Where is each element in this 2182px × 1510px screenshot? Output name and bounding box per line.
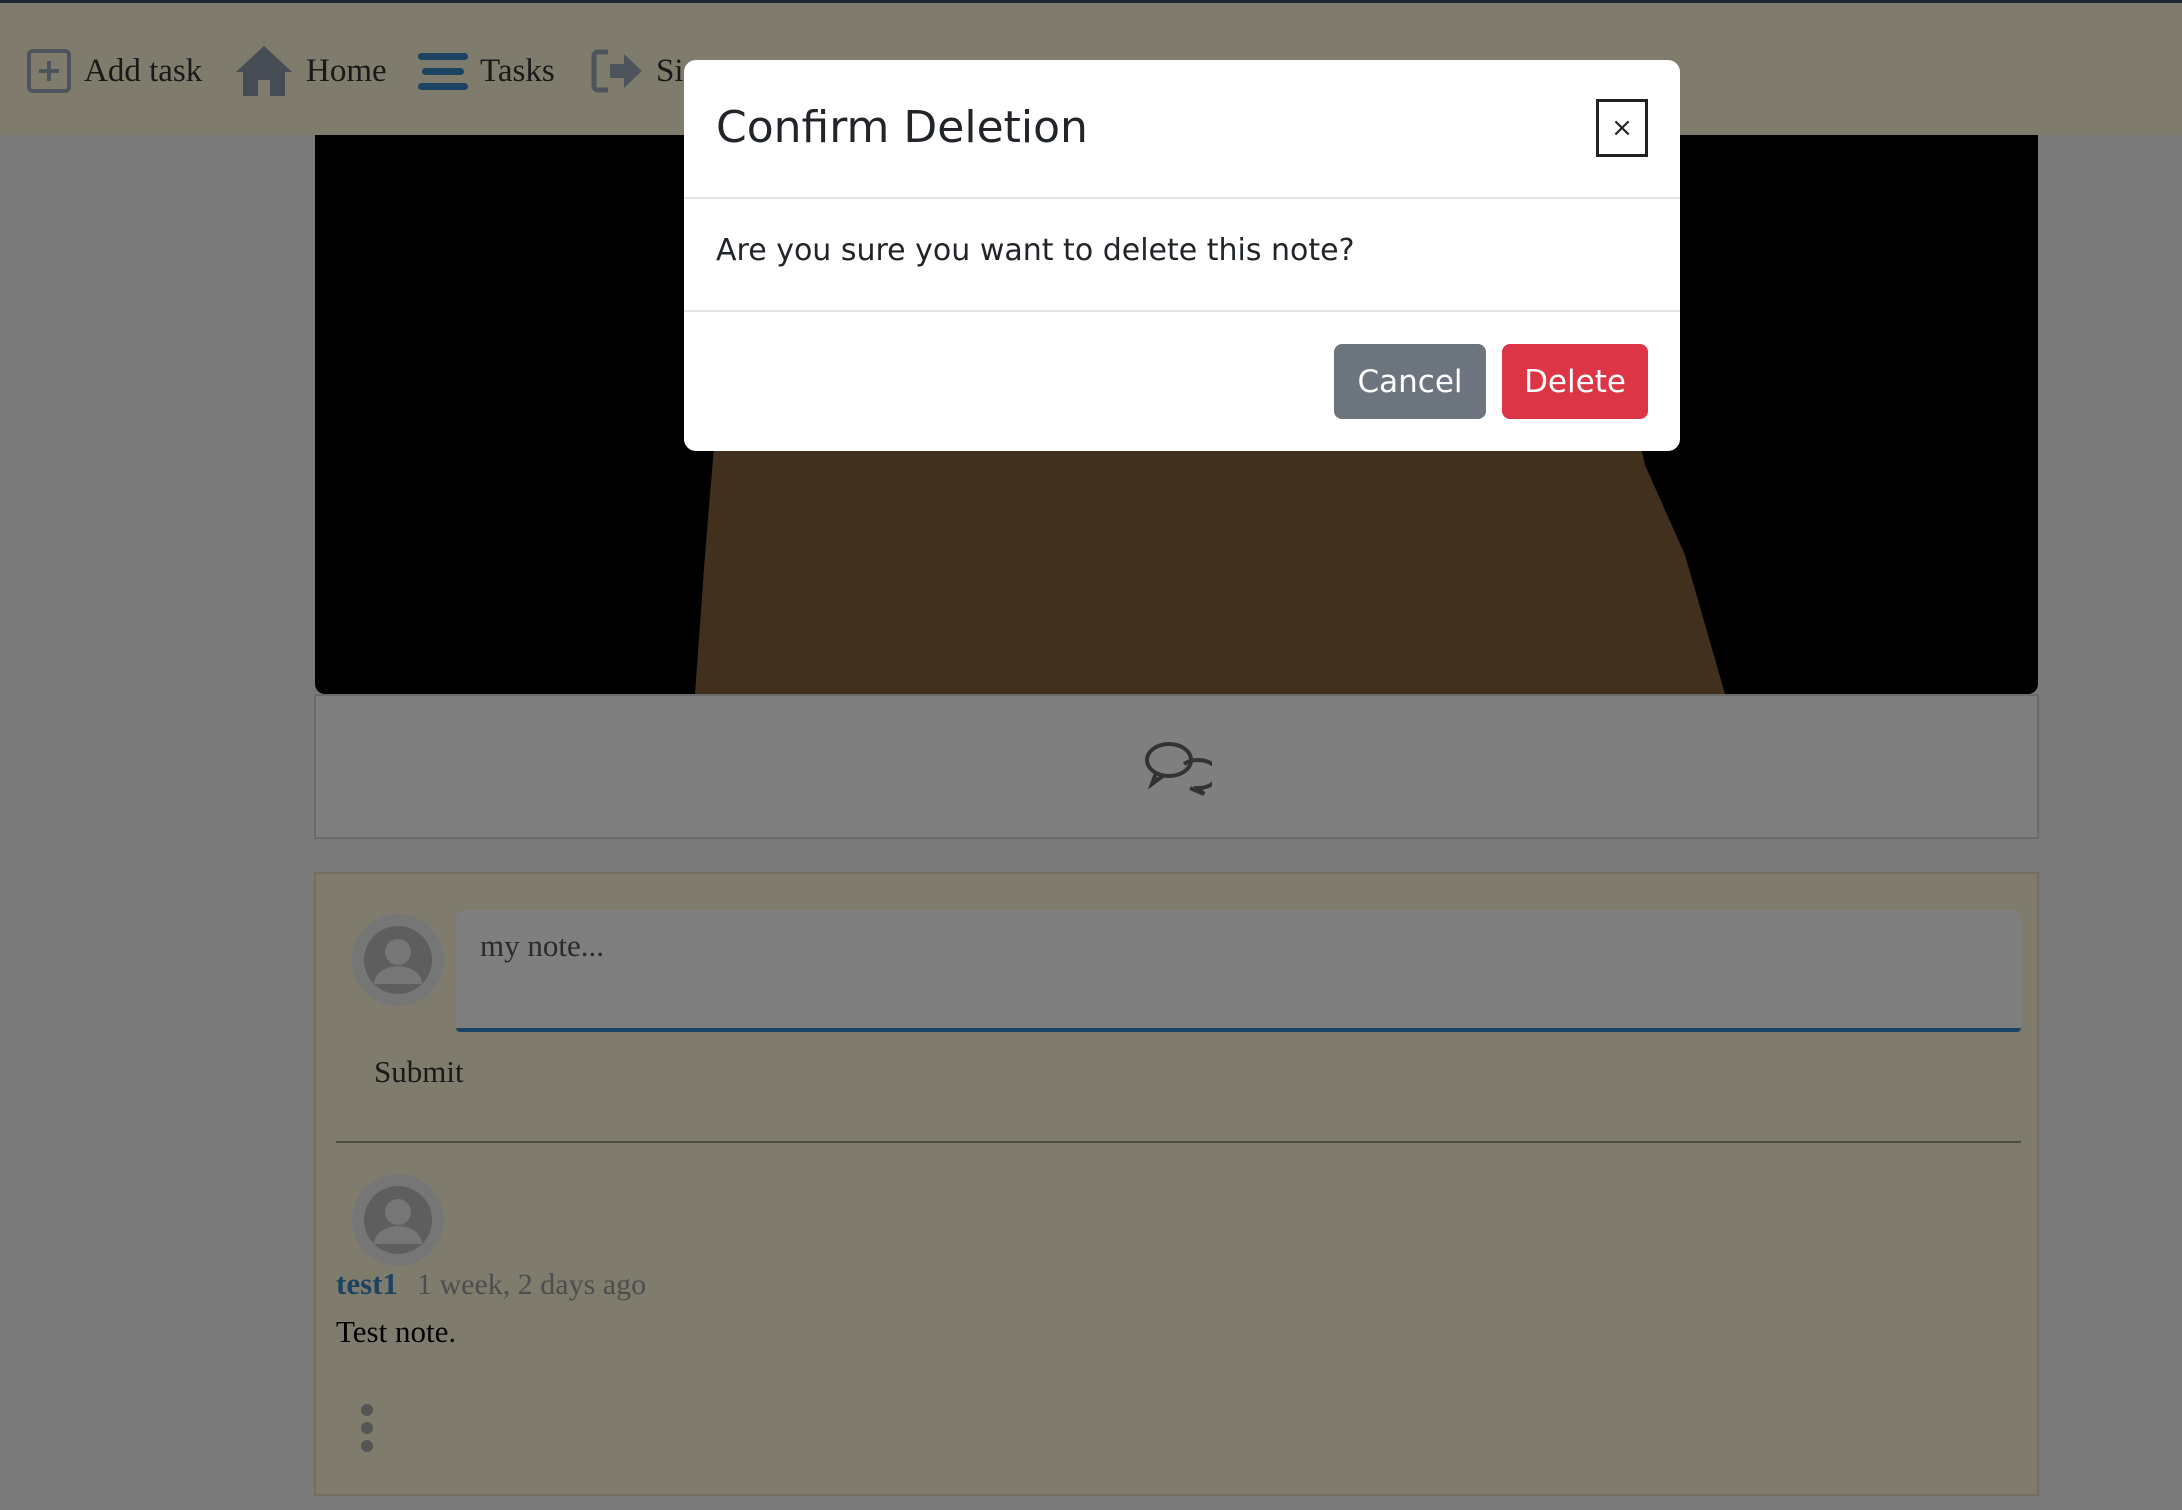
modal-message: Are you sure you want to delete this not… bbox=[716, 233, 1355, 268]
delete-button[interactable]: Delete bbox=[1502, 344, 1648, 419]
confirm-delete-modal: Confirm Deletion × Are you sure you want… bbox=[684, 60, 1680, 451]
close-button[interactable]: × bbox=[1596, 99, 1648, 157]
modal-header: Confirm Deletion × bbox=[684, 60, 1680, 199]
modal-footer: Cancel Delete bbox=[684, 310, 1680, 453]
cancel-button[interactable]: Cancel bbox=[1334, 344, 1486, 419]
modal-title: Confirm Deletion bbox=[716, 102, 1088, 153]
